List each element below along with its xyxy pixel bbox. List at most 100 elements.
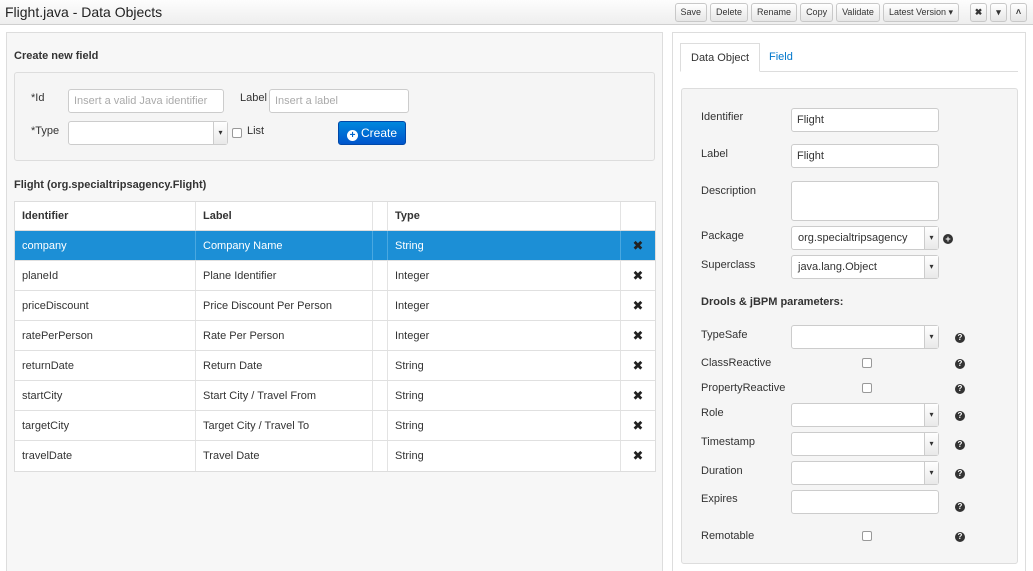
add-package-icon[interactable]: + bbox=[943, 234, 953, 244]
label-label: Label bbox=[701, 148, 728, 160]
delete-icon[interactable]: ✖ bbox=[621, 351, 655, 380]
help-icon[interactable]: ? bbox=[955, 469, 965, 479]
row-identifier: priceDiscount bbox=[15, 291, 196, 320]
table-row[interactable]: ratePerPerson Rate Per Person Integer ✖ bbox=[15, 321, 655, 351]
tab-field[interactable]: Field bbox=[759, 43, 803, 72]
row-identifier: startCity bbox=[15, 381, 196, 410]
data-object-form: Identifier Label Description Package org… bbox=[681, 88, 1018, 564]
table-row[interactable]: travelDate Travel Date String ✖ bbox=[15, 441, 655, 471]
timestamp-label: Timestamp bbox=[701, 436, 755, 448]
list-label: List bbox=[247, 125, 265, 137]
column-header-type[interactable]: Type bbox=[388, 202, 621, 230]
propertyreactive-label: PropertyReactive bbox=[701, 382, 786, 394]
row-type: String bbox=[388, 411, 621, 440]
row-label: Company Name bbox=[196, 231, 373, 260]
create-field-form: *Id Label *Type ▾ List +Create bbox=[14, 72, 655, 161]
propertyreactive-checkbox[interactable] bbox=[862, 383, 872, 393]
identifier-input[interactable] bbox=[791, 108, 939, 132]
chevron-down-icon[interactable]: ▾ bbox=[990, 3, 1007, 22]
delete-button[interactable]: Delete bbox=[710, 3, 749, 22]
table-row[interactable]: company Company Name String ✖ bbox=[15, 231, 655, 261]
delete-icon[interactable]: ✖ bbox=[621, 411, 655, 440]
chevron-down-icon: ▾ bbox=[213, 122, 227, 144]
help-icon[interactable]: ? bbox=[955, 333, 965, 343]
superclass-select[interactable]: java.lang.Object ▾ bbox=[791, 255, 939, 279]
drools-parameters-heading: Drools & jBPM parameters: bbox=[701, 296, 844, 308]
row-label: Start City / Travel From bbox=[196, 381, 373, 410]
identifier-label: Identifier bbox=[701, 111, 744, 123]
package-select-value: org.specialtripsagency bbox=[798, 232, 908, 244]
typesafe-label: TypeSafe bbox=[701, 329, 748, 341]
save-button[interactable]: Save bbox=[674, 3, 708, 22]
label-input[interactable] bbox=[269, 89, 409, 113]
list-checkbox[interactable] bbox=[232, 128, 242, 138]
create-button-label: Create bbox=[360, 126, 398, 140]
column-header-identifier[interactable]: Identifier bbox=[15, 202, 196, 230]
row-type: String bbox=[388, 231, 621, 260]
delete-icon[interactable]: ✖ bbox=[621, 441, 655, 471]
column-header-actions bbox=[621, 202, 655, 230]
delete-icon[interactable]: ✖ bbox=[621, 381, 655, 410]
table-header: Identifier Label Type bbox=[15, 202, 655, 231]
delete-icon[interactable]: ✖ bbox=[621, 291, 655, 320]
delete-icon[interactable]: ✖ bbox=[621, 321, 655, 350]
help-icon[interactable]: ? bbox=[955, 532, 965, 542]
label-label: Label bbox=[240, 92, 267, 104]
row-spacer bbox=[373, 351, 388, 380]
label-input[interactable] bbox=[791, 144, 939, 168]
row-label: Plane Identifier bbox=[196, 261, 373, 290]
table-row[interactable]: targetCity Target City / Travel To Strin… bbox=[15, 411, 655, 441]
help-icon[interactable]: ? bbox=[955, 411, 965, 421]
row-spacer bbox=[373, 291, 388, 320]
duration-select[interactable]: ▾ bbox=[791, 461, 939, 485]
delete-icon[interactable]: ✖ bbox=[621, 261, 655, 290]
fields-panel: Create new field *Id Label *Type ▾ List … bbox=[6, 32, 663, 571]
description-textarea[interactable] bbox=[791, 181, 939, 221]
timestamp-select[interactable]: ▾ bbox=[791, 432, 939, 456]
role-select[interactable]: ▾ bbox=[791, 403, 939, 427]
latest-version-dropdown[interactable]: Latest Version ▾ bbox=[882, 3, 959, 22]
help-icon[interactable]: ? bbox=[955, 359, 965, 369]
chevron-up-icon[interactable]: ˄ bbox=[1010, 3, 1027, 22]
id-input[interactable] bbox=[68, 89, 224, 113]
row-type: String bbox=[388, 351, 621, 380]
type-label: *Type bbox=[31, 125, 60, 137]
remotable-checkbox[interactable] bbox=[862, 531, 872, 541]
copy-button[interactable]: Copy bbox=[800, 3, 834, 22]
fields-table: Identifier Label Type company Company Na… bbox=[14, 201, 656, 472]
title-bar: Flight.java - Data Objects Save Delete R… bbox=[0, 0, 1033, 25]
table-row[interactable]: returnDate Return Date String ✖ bbox=[15, 351, 655, 381]
row-label: Travel Date bbox=[196, 441, 373, 471]
package-label: Package bbox=[701, 230, 744, 242]
superclass-label: Superclass bbox=[701, 259, 756, 271]
row-spacer bbox=[373, 261, 388, 290]
table-row[interactable]: startCity Start City / Travel From Strin… bbox=[15, 381, 655, 411]
row-label: Target City / Travel To bbox=[196, 411, 373, 440]
table-row[interactable]: planeId Plane Identifier Integer ✖ bbox=[15, 261, 655, 291]
column-header-label[interactable]: Label bbox=[196, 202, 373, 230]
classreactive-checkbox[interactable] bbox=[862, 358, 872, 368]
help-icon[interactable]: ? bbox=[955, 502, 965, 512]
row-label: Rate Per Person bbox=[196, 321, 373, 350]
create-button[interactable]: + Create bbox=[338, 121, 406, 145]
tab-data-object[interactable]: Data Object bbox=[680, 43, 761, 72]
close-icon[interactable]: ✖ bbox=[970, 3, 987, 22]
type-select[interactable]: ▾ bbox=[68, 121, 228, 145]
rename-button[interactable]: Rename bbox=[751, 3, 798, 22]
expires-label: Expires bbox=[701, 493, 738, 505]
typesafe-select[interactable]: ▾ bbox=[791, 325, 939, 349]
package-select[interactable]: org.specialtripsagency ▾ bbox=[791, 226, 939, 250]
id-label: *Id bbox=[31, 92, 45, 104]
description-label: Description bbox=[701, 185, 757, 197]
expires-input[interactable] bbox=[791, 490, 939, 514]
help-icon[interactable]: ? bbox=[955, 384, 965, 394]
table-row[interactable]: priceDiscount Price Discount Per Person … bbox=[15, 291, 655, 321]
row-identifier: ratePerPerson bbox=[15, 321, 196, 350]
chevron-down-icon: ▾ bbox=[924, 227, 938, 249]
delete-icon[interactable]: ✖ bbox=[621, 231, 655, 260]
validate-button[interactable]: Validate bbox=[836, 3, 880, 22]
row-identifier: targetCity bbox=[15, 411, 196, 440]
create-field-title: Create new field bbox=[14, 50, 99, 62]
column-header-spacer bbox=[373, 202, 388, 230]
help-icon[interactable]: ? bbox=[955, 440, 965, 450]
